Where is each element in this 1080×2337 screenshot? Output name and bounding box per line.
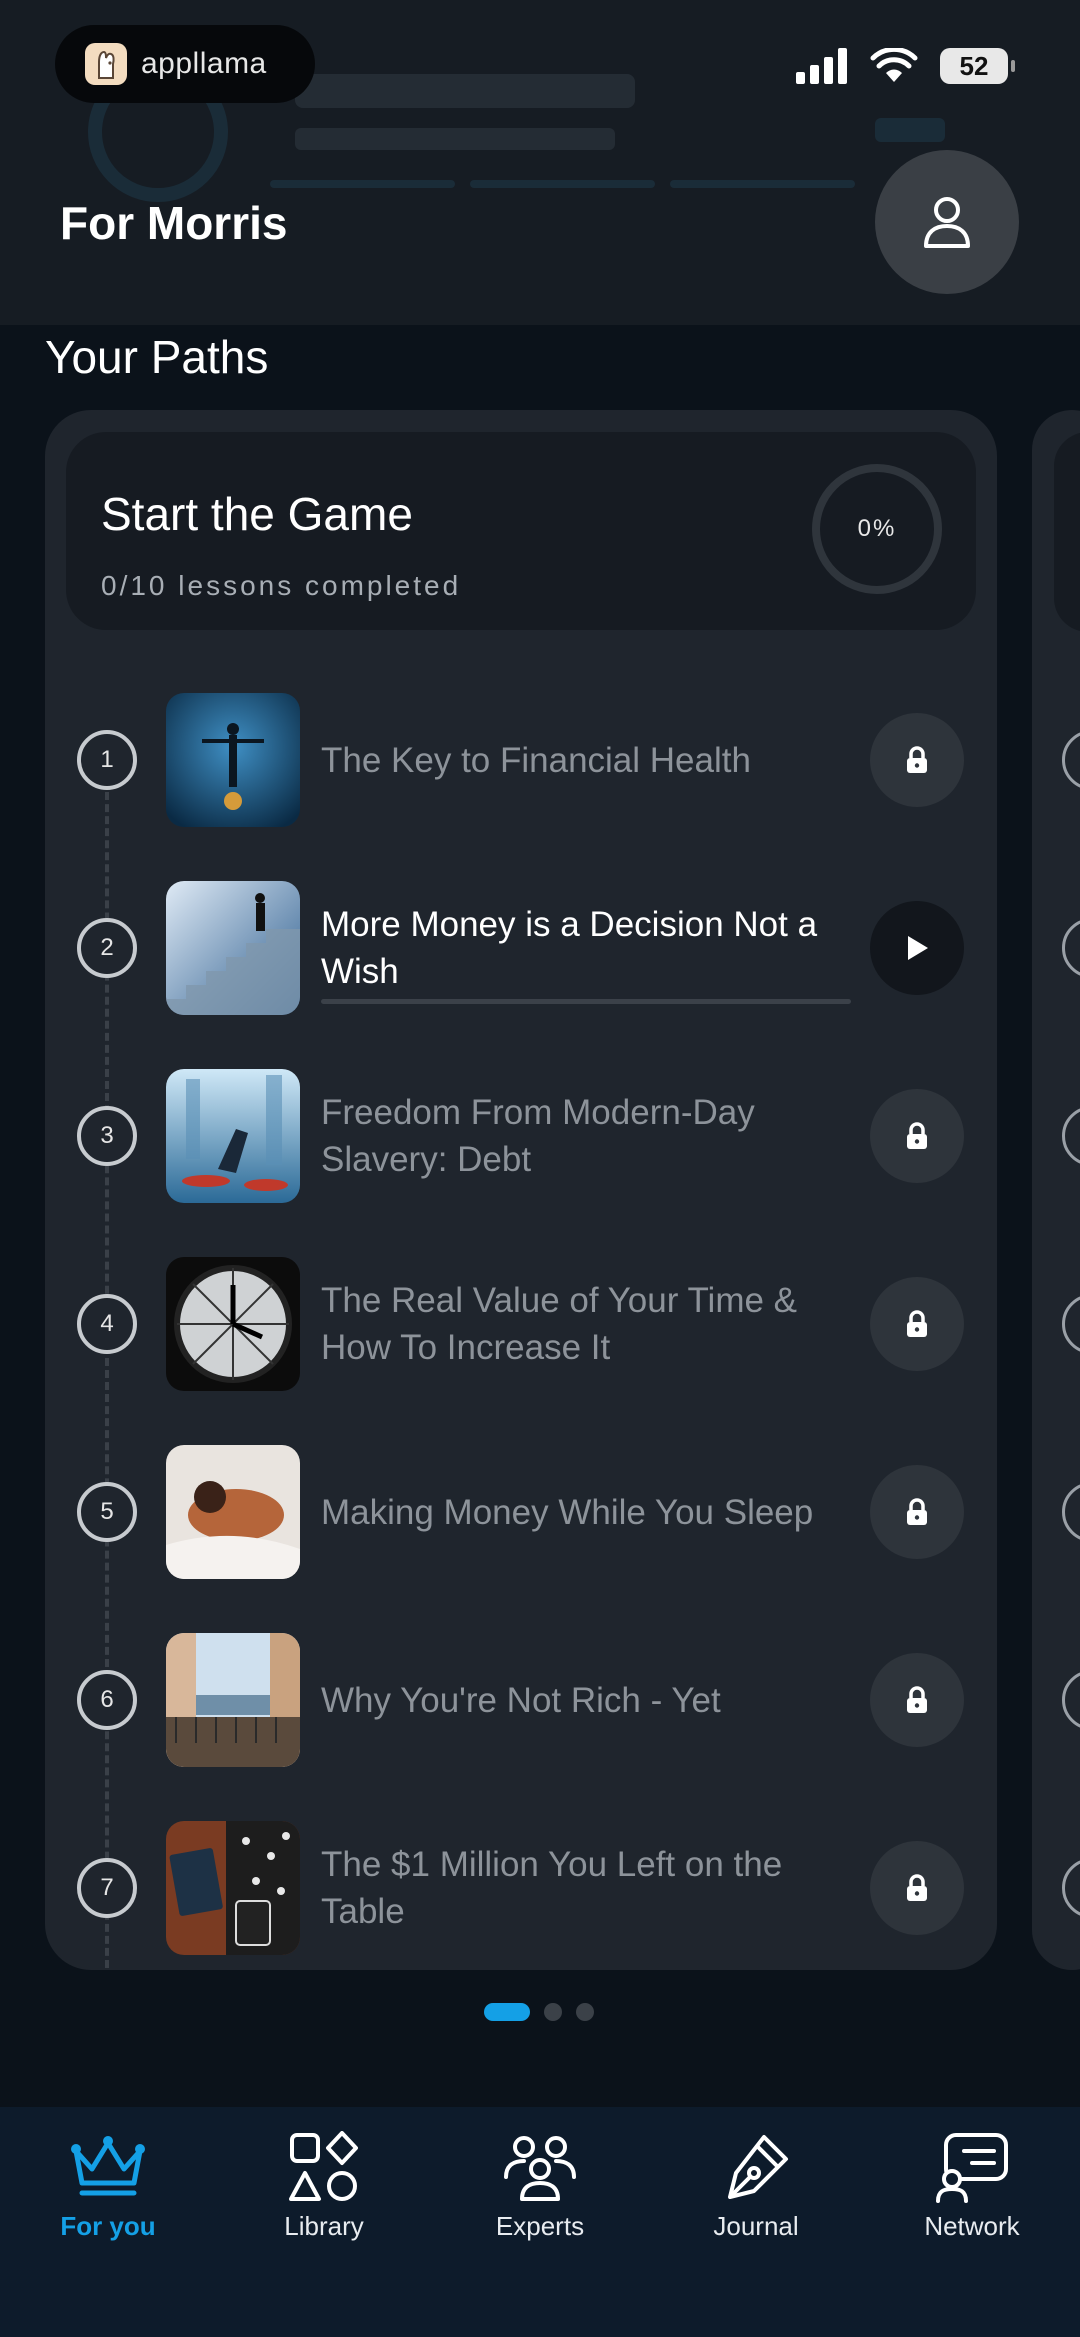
chat-icon xyxy=(936,2133,1008,2203)
lesson-item[interactable]: 6 Why You're Not Rich - Yet xyxy=(45,1633,997,1767)
cellular-signal-icon xyxy=(796,48,847,84)
lesson-progress-bar xyxy=(321,999,851,1004)
lesson-item-active[interactable]: 2 More Money is a Decision Not a Wish xyxy=(45,881,997,1015)
lock-icon xyxy=(907,1122,927,1149)
nav-library[interactable]: Library xyxy=(216,2127,432,2257)
app-name: appllama xyxy=(141,47,267,80)
nav-label: Library xyxy=(284,2211,364,2241)
nav-label: Journal xyxy=(713,2211,799,2241)
lesson-play-button[interactable] xyxy=(870,901,964,995)
lesson-item[interactable]: 4 The Real Value of Your Time & How To I… xyxy=(45,1257,997,1391)
faded-title-shape xyxy=(295,74,635,108)
page-title: For Morris xyxy=(60,197,288,249)
next-path-lesson-marker xyxy=(1062,1294,1080,1354)
shapes-icon xyxy=(289,2131,358,2201)
lesson-title: Making Money While You Sleep xyxy=(321,1492,814,1532)
user-icon xyxy=(924,197,970,248)
pen-icon xyxy=(728,2135,788,2199)
lesson-item[interactable]: 1 The Key to Financial Health xyxy=(45,693,997,827)
lesson-number: 6 xyxy=(77,1670,137,1730)
nav-for-you[interactable]: For you xyxy=(0,2127,216,2257)
lesson-title: Why You're Not Rich - Yet xyxy=(321,1680,721,1720)
lesson-number: 4 xyxy=(77,1294,137,1354)
lesson-lock-button[interactable] xyxy=(870,1841,964,1935)
next-path-lesson-marker xyxy=(1062,1482,1080,1542)
lock-icon xyxy=(907,1874,927,1901)
lesson-number: 3 xyxy=(77,1106,137,1166)
faded-button-shape xyxy=(875,118,945,142)
lesson-thumbnail xyxy=(166,1257,300,1391)
pager-dot-active[interactable] xyxy=(484,2003,530,2021)
next-path-header xyxy=(1054,432,1080,632)
lesson-title: The Real Value of Your Time & How To Inc… xyxy=(321,1281,798,1367)
lesson-lock-button[interactable] xyxy=(870,1465,964,1559)
faded-bar xyxy=(270,180,455,188)
nav-label: Experts xyxy=(495,2211,585,2241)
lesson-item[interactable]: 3 Freedom From Modern-Day Slavery: Debt xyxy=(45,1069,997,1203)
nav-network[interactable]: Network xyxy=(864,2127,1080,2257)
lesson-lock-button[interactable] xyxy=(870,1653,964,1747)
next-path-card[interactable] xyxy=(1032,410,1080,1970)
lock-icon xyxy=(907,1686,927,1713)
llama-logo-icon xyxy=(85,43,127,85)
lesson-thumbnail xyxy=(166,1445,300,1579)
faded-bar xyxy=(670,180,855,188)
path-title: Start the Game xyxy=(101,488,413,540)
carousel-pager xyxy=(484,2003,594,2021)
lesson-lock-button[interactable] xyxy=(870,1277,964,1371)
lesson-thumbnail xyxy=(166,1821,300,1955)
path-subtitle: 0/10 lessons completed xyxy=(101,570,462,601)
path-card: Start the Game 0/10 lessons completed 0%… xyxy=(45,410,997,1970)
lesson-thumbnail xyxy=(166,693,300,827)
lesson-thumbnail xyxy=(166,881,300,1015)
wifi-icon xyxy=(870,48,918,82)
lesson-item[interactable]: 5 Making Money While You Sleep xyxy=(45,1445,997,1579)
next-path-lesson-marker xyxy=(1062,1858,1080,1918)
lesson-title: Freedom From Modern-Day Slavery: Debt xyxy=(321,1093,755,1179)
next-path-lesson-marker xyxy=(1062,1106,1080,1166)
top-header: appllama 52 For Morris xyxy=(0,0,1080,325)
faded-bar xyxy=(470,180,655,188)
nav-experts[interactable]: Experts xyxy=(432,2127,648,2257)
status-icons: 52 xyxy=(796,48,1015,84)
play-icon xyxy=(908,936,928,960)
lesson-thumbnail xyxy=(166,1633,300,1767)
next-path-lesson-marker xyxy=(1062,918,1080,978)
lock-icon xyxy=(907,1310,927,1337)
path-header[interactable]: Start the Game 0/10 lessons completed 0% xyxy=(66,432,976,630)
lock-icon xyxy=(907,1498,927,1525)
lesson-item[interactable]: 7 The $1 Million You Left on the Table xyxy=(45,1821,997,1955)
lesson-title: The $1 Million You Left on the Table xyxy=(321,1845,783,1931)
lesson-number: 2 xyxy=(77,918,137,978)
nav-label: Network xyxy=(924,2211,1020,2241)
lesson-number: 7 xyxy=(77,1858,137,1918)
lesson-lock-button[interactable] xyxy=(870,713,964,807)
battery-icon: 52 xyxy=(940,48,1015,84)
nav-journal[interactable]: Journal xyxy=(648,2127,864,2257)
bottom-nav: For you Library Experts Journal Network xyxy=(0,2107,1080,2337)
pager-dot[interactable] xyxy=(544,2003,562,2021)
nav-label: For you xyxy=(60,2211,156,2241)
lock-icon xyxy=(907,746,927,773)
lesson-title: The Key to Financial Health xyxy=(321,740,751,780)
people-icon xyxy=(504,2136,576,2201)
app-indicator-pill[interactable]: appllama xyxy=(55,25,315,103)
lesson-title: More Money is a Decision Not a Wish xyxy=(321,905,818,991)
path-progress-label: 0% xyxy=(857,515,897,542)
pager-dot[interactable] xyxy=(576,2003,594,2021)
lesson-thumbnail xyxy=(166,1069,300,1203)
battery-level: 52 xyxy=(959,50,989,81)
next-path-lesson-marker xyxy=(1062,730,1080,790)
lesson-number: 5 xyxy=(77,1482,137,1542)
section-title: Your Paths xyxy=(45,331,269,383)
faded-subtitle-shape xyxy=(295,128,615,150)
next-path-lesson-marker xyxy=(1062,1670,1080,1730)
lesson-number: 1 xyxy=(77,730,137,790)
lesson-lock-button[interactable] xyxy=(870,1089,964,1183)
profile-button[interactable] xyxy=(875,150,1019,294)
crown-icon xyxy=(71,2136,145,2196)
